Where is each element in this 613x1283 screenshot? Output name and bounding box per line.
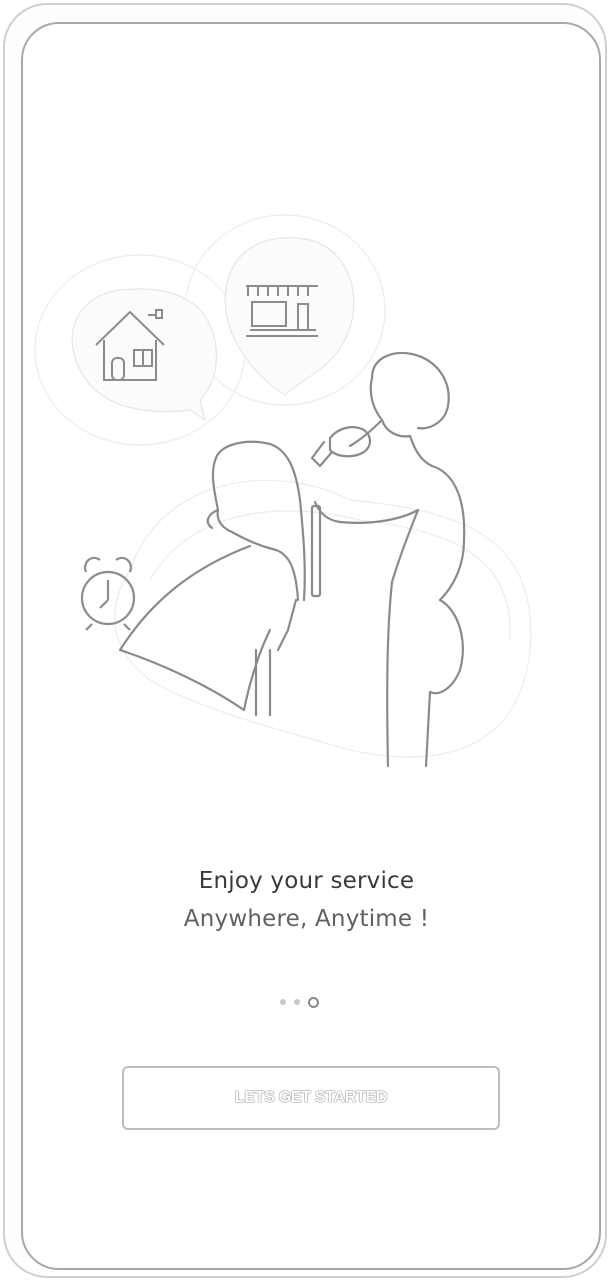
alarm-clock-icon (80, 556, 136, 631)
onboarding-subline: Anywhere, Anytime ! (183, 906, 430, 932)
client-figure (118, 440, 306, 717)
page-dot-1[interactable] (280, 999, 286, 1005)
page-indicator (280, 993, 340, 1011)
onboarding-headline: Enjoy your service (198, 868, 415, 894)
page-dot-3-active[interactable] (308, 996, 319, 1008)
hair-dryer-icon (310, 426, 372, 468)
shop-bubble (224, 237, 355, 396)
page-dot-2[interactable] (294, 999, 300, 1005)
barber-figure (310, 351, 466, 768)
comb-icon (310, 504, 322, 598)
home-bubble (71, 288, 218, 422)
barber-service-illustration (34, 214, 532, 768)
lets-get-started-button[interactable]: LETS GET STARTED (122, 1066, 500, 1130)
